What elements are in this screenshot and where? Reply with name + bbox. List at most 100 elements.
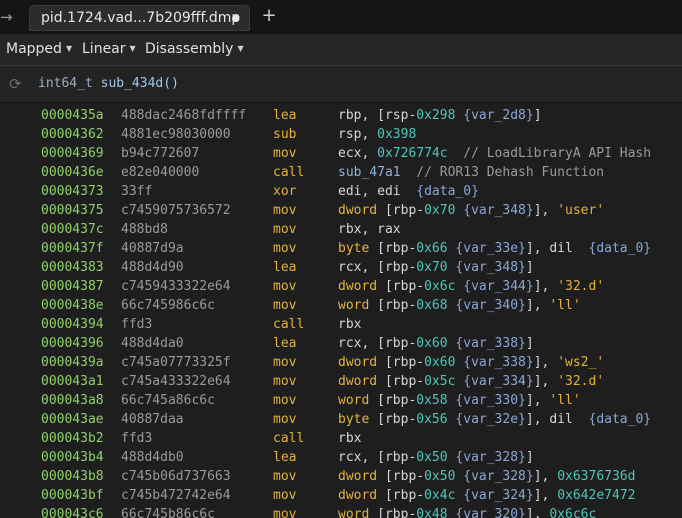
instruction-address[interactable]: 000043c6 — [41, 505, 104, 518]
disassembly-row[interactable]: 0000438e 66c745986c6c mov word [rbp-0x68 {v… — [0, 296, 682, 315]
instruction-address[interactable]: 0000436e — [41, 163, 104, 182]
instruction-bytes[interactable]: 66c745a86c6c — [121, 391, 215, 410]
instruction-operands[interactable]: dword [rbp-0x60 {var_338}], 'ws2_' — [338, 353, 604, 372]
instruction-mnemonic[interactable]: mov — [273, 372, 296, 391]
instruction-bytes[interactable]: 488d4da0 — [121, 334, 184, 353]
unsaved-dot-icon[interactable] — [232, 15, 239, 22]
instruction-address[interactable]: 000043b4 — [41, 448, 104, 467]
instruction-mnemonic[interactable]: sub — [273, 125, 296, 144]
instruction-operands[interactable]: dword [rbp-0x4c {var_324}], 0x642e7472 — [338, 486, 635, 505]
instruction-mnemonic[interactable]: mov — [273, 486, 296, 505]
instruction-mnemonic[interactable]: mov — [273, 353, 296, 372]
disassembly-row[interactable]: 000043bf c745b472742e64 mov dword [rbp-0x4c… — [0, 486, 682, 505]
instruction-mnemonic[interactable]: mov — [273, 391, 296, 410]
instruction-operands[interactable]: rcx, [rbp-0x60 {var_338}] — [338, 334, 534, 353]
instruction-bytes[interactable]: 488bd8 — [121, 220, 168, 239]
function-signature[interactable]: int64_t sub_434d() — [38, 76, 179, 91]
instruction-bytes[interactable]: 4881ec98030000 — [121, 125, 231, 144]
instruction-address[interactable]: 0000437c — [41, 220, 104, 239]
disassembly-row[interactable]: 000043b8 c745b06d737663 mov dword [rbp-0x50… — [0, 467, 682, 486]
disassembly-row[interactable]: 00004375 c7459075736572 mov dword [rbp-0x70… — [0, 201, 682, 220]
instruction-operands[interactable]: byte [rbp-0x56 {var_32e}], dil {data_0} — [338, 410, 651, 429]
instruction-operands[interactable]: rsp, 0x398 — [338, 125, 416, 144]
instruction-address[interactable]: 00004369 — [41, 144, 104, 163]
refresh-icon[interactable]: ⟳ — [9, 75, 22, 93]
disassembly-row[interactable]: 00004394 ffd3 call rbx — [0, 315, 682, 334]
instruction-bytes[interactable]: 66c745b86c6c — [121, 505, 215, 518]
instruction-address[interactable]: 00004362 — [41, 125, 104, 144]
plus-icon[interactable]: + — [259, 5, 279, 27]
disassembly-dropdown[interactable]: Disassembly ▼ — [145, 41, 244, 57]
mapped-dropdown[interactable]: Mapped ▼ — [6, 41, 72, 57]
instruction-mnemonic[interactable]: mov — [273, 144, 296, 163]
instruction-operands[interactable]: dword [rbp-0x70 {var_348}], 'user' — [338, 201, 604, 220]
instruction-bytes[interactable]: 33ff — [121, 182, 152, 201]
instruction-operands[interactable]: word [rbp-0x58 {var_330}], 'll' — [338, 391, 581, 410]
instruction-bytes[interactable]: 40887daa — [121, 410, 184, 429]
instruction-bytes[interactable]: c745b472742e64 — [121, 486, 231, 505]
instruction-bytes[interactable]: ffd3 — [121, 429, 152, 448]
instruction-bytes[interactable]: ffd3 — [121, 315, 152, 334]
instruction-mnemonic[interactable]: mov — [273, 505, 296, 518]
instruction-operands[interactable]: sub_47a1 // ROR13 Dehash Function — [338, 163, 604, 182]
disassembly-row[interactable]: 0000437c 488bd8 mov rbx, rax — [0, 220, 682, 239]
instruction-bytes[interactable]: b94c772607 — [121, 144, 199, 163]
instruction-operands[interactable]: rbp, [rsp-0x298 {var_2d8}] — [338, 106, 542, 125]
tab-dump-file[interactable]: pid.1724.vad...7b209fff.dmp — [29, 5, 250, 31]
disassembly-row[interactable]: 00004369 b94c772607 mov ecx, 0x726774c // L… — [0, 144, 682, 163]
linear-dropdown[interactable]: Linear ▼ — [82, 41, 136, 57]
disassembly-row[interactable]: 000043ae 40887daa mov byte [rbp-0x56 {var_3… — [0, 410, 682, 429]
instruction-mnemonic[interactable]: mov — [273, 220, 296, 239]
instruction-operands[interactable]: rbx, rax — [338, 220, 401, 239]
instruction-address[interactable]: 000043b2 — [41, 429, 104, 448]
instruction-operands[interactable]: dword [rbp-0x6c {var_344}], '32.d' — [338, 277, 604, 296]
instruction-operands[interactable]: rbx — [338, 429, 361, 448]
disassembly-row[interactable]: 00004387 c7459433322e64 mov dword [rbp-0x6c… — [0, 277, 682, 296]
instruction-operands[interactable]: rcx, [rbp-0x50 {var_328}] — [338, 448, 534, 467]
instruction-operands[interactable]: rbx — [338, 315, 361, 334]
instruction-operands[interactable]: word [rbp-0x68 {var_340}], 'll' — [338, 296, 581, 315]
disassembly-row[interactable]: 0000439a c745a07773325f mov dword [rbp-0x60… — [0, 353, 682, 372]
instruction-mnemonic[interactable]: call — [273, 163, 304, 182]
instruction-bytes[interactable]: 488d4db0 — [121, 448, 184, 467]
instruction-operands[interactable]: ecx, 0x726774c // LoadLibraryA API Hash — [338, 144, 651, 163]
instruction-mnemonic[interactable]: lea — [273, 258, 296, 277]
instruction-operands[interactable]: byte [rbp-0x66 {var_33e}], dil {data_0} — [338, 239, 651, 258]
instruction-operands[interactable]: word [rbp-0x48 {var_320}], 0x6c6c — [338, 505, 596, 518]
instruction-address[interactable]: 000043b8 — [41, 467, 104, 486]
instruction-mnemonic[interactable]: mov — [273, 201, 296, 220]
disassembly-row[interactable]: 0000435a 488dac2468fdffff lea rbp, [rsp-0x2… — [0, 106, 682, 125]
instruction-mnemonic[interactable]: lea — [273, 448, 296, 467]
instruction-address[interactable]: 00004387 — [41, 277, 104, 296]
instruction-mnemonic[interactable]: xor — [273, 182, 296, 201]
disassembly-row[interactable]: 00004383 488d4d90 lea rcx, [rbp-0x70 {var_3… — [0, 258, 682, 277]
instruction-bytes[interactable]: c745b06d737663 — [121, 467, 231, 486]
disassembly-listing[interactable]: 0000435a 488dac2468fdffff lea rbp, [rsp-0x2… — [0, 103, 682, 518]
instruction-address[interactable]: 0000435a — [41, 106, 104, 125]
instruction-mnemonic[interactable]: lea — [273, 106, 296, 125]
instruction-bytes[interactable]: 488dac2468fdffff — [121, 106, 246, 125]
instruction-operands[interactable]: dword [rbp-0x50 {var_328}], 0x6376736d — [338, 467, 635, 486]
instruction-address[interactable]: 0000439a — [41, 353, 104, 372]
instruction-address[interactable]: 000043a8 — [41, 391, 104, 410]
instruction-bytes[interactable]: 40887d9a — [121, 239, 184, 258]
instruction-bytes[interactable]: c7459075736572 — [121, 201, 231, 220]
instruction-address[interactable]: 00004383 — [41, 258, 104, 277]
instruction-mnemonic[interactable]: mov — [273, 277, 296, 296]
instruction-mnemonic[interactable]: call — [273, 315, 304, 334]
instruction-address[interactable]: 000043bf — [41, 486, 104, 505]
instruction-bytes[interactable]: 66c745986c6c — [121, 296, 215, 315]
disassembly-row[interactable]: 0000436e e82e040000 call sub_47a1 // ROR13 … — [0, 163, 682, 182]
instruction-bytes[interactable]: c7459433322e64 — [121, 277, 231, 296]
disassembly-row[interactable]: 00004373 33ff xor edi, edi {data_0} — [0, 182, 682, 201]
instruction-address[interactable]: 00004375 — [41, 201, 104, 220]
instruction-mnemonic[interactable]: call — [273, 429, 304, 448]
instruction-bytes[interactable]: c745a433322e64 — [121, 372, 231, 391]
instruction-bytes[interactable]: c745a07773325f — [121, 353, 231, 372]
instruction-bytes[interactable]: 488d4d90 — [121, 258, 184, 277]
disassembly-row[interactable]: 000043c6 66c745b86c6c mov word [rbp-0x48 {v… — [0, 505, 682, 518]
instruction-mnemonic[interactable]: mov — [273, 467, 296, 486]
instruction-operands[interactable]: edi, edi {data_0} — [338, 182, 479, 201]
instruction-address[interactable]: 0000437f — [41, 239, 104, 258]
disassembly-row[interactable]: 000043b4 488d4db0 lea rcx, [rbp-0x50 {var_3… — [0, 448, 682, 467]
